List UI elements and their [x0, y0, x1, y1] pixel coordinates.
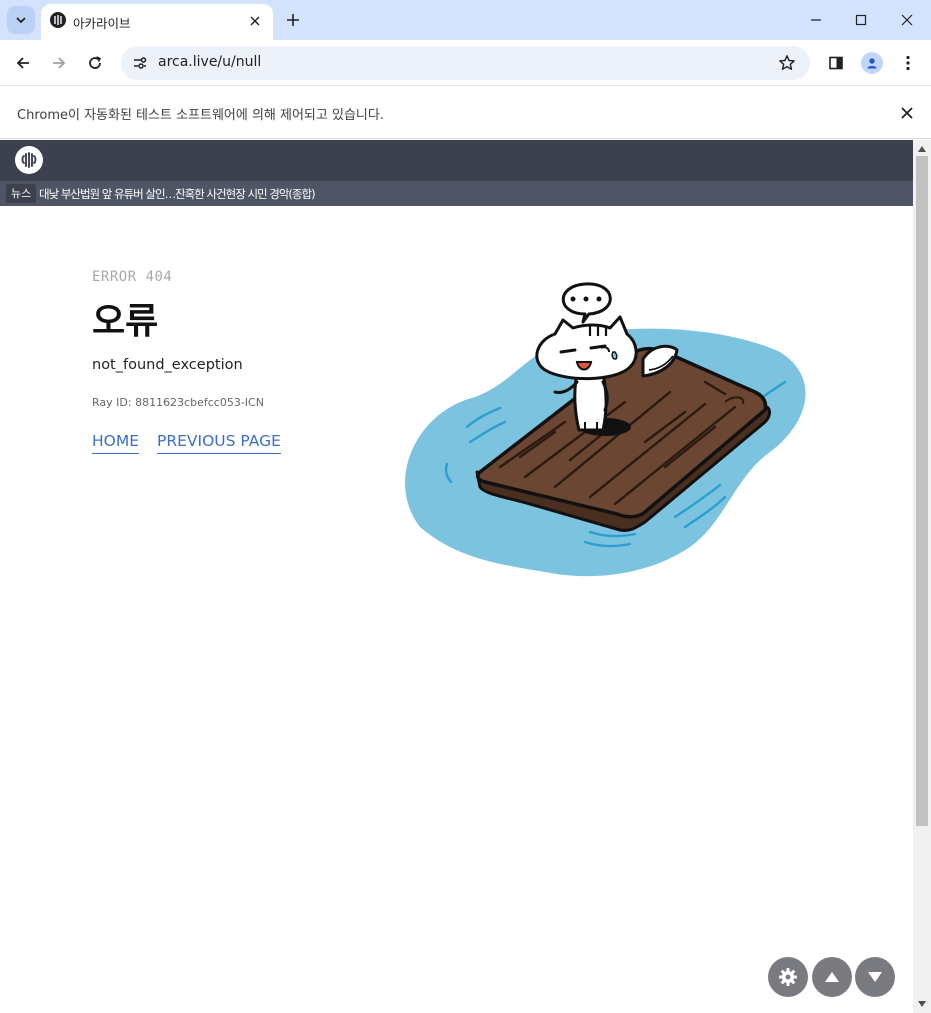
side-panel-icon: [829, 56, 843, 70]
close-icon: [250, 16, 260, 26]
error-code: ERROR 404: [92, 269, 173, 285]
more-menu-icon: [906, 55, 910, 71]
window-close-button[interactable]: [884, 0, 930, 40]
not-found-illustration: [405, 282, 806, 577]
infobar-close-button[interactable]: [898, 104, 916, 122]
minimize-button[interactable]: [793, 0, 839, 40]
scroll-down-icon: [918, 1001, 926, 1007]
chevron-down-icon: [16, 17, 26, 24]
error-message: not_found_exception: [92, 357, 243, 373]
gear-icon: [779, 968, 797, 986]
profile-icon: [861, 52, 883, 74]
back-button[interactable]: [9, 49, 37, 77]
news-headline-link[interactable]: 대낮 부산법원 앞 유튜버 살인…잔혹한 사건현장 시민 경악(종합): [39, 186, 316, 202]
back-arrow-icon: [16, 57, 29, 69]
profile-button[interactable]: [858, 49, 886, 77]
scrollbar-thumb[interactable]: [916, 156, 928, 826]
scroll-to-top-button[interactable]: [812, 957, 852, 997]
tab-strip: 아카라이브: [0, 0, 931, 40]
tab-search-button[interactable]: [7, 6, 35, 34]
site-logo[interactable]: [15, 146, 43, 174]
scroll-up-arrow[interactable]: [913, 142, 931, 156]
scroll-to-bottom-button[interactable]: [855, 957, 895, 997]
minimize-icon: [811, 19, 821, 21]
maximize-button[interactable]: [838, 0, 884, 40]
infobar-message: Chrome이 자동화된 테스트 소프트웨어에 의해 제어되고 있습니다.: [17, 108, 384, 123]
scroll-down-arrow[interactable]: [913, 997, 931, 1011]
browser-tab[interactable]: 아카라이브: [41, 4, 273, 40]
close-icon: [901, 14, 913, 26]
maximize-icon: [855, 14, 867, 26]
reload-button[interactable]: [81, 49, 109, 77]
browser-toolbar: arca.live/u/null: [0, 40, 931, 86]
ray-id: Ray ID: 8811623cbefcc053-ICN: [92, 396, 264, 409]
arrow-up-icon: [825, 972, 839, 982]
tab-title: 아카라이브: [73, 16, 131, 31]
side-panel-button[interactable]: [822, 49, 850, 77]
news-badge: 뉴스: [6, 184, 37, 203]
site-navbar: [0, 140, 913, 181]
url-text[interactable]: arca.live/u/null: [158, 54, 261, 70]
tab-close-button[interactable]: [246, 12, 264, 30]
home-link[interactable]: HOME: [92, 432, 140, 454]
news-ticker: 뉴스 대낮 부산법원 앞 유튜버 살인…잔혹한 사건현장 시민 경악(종합): [0, 181, 913, 206]
forward-arrow-icon: [53, 57, 66, 69]
site-settings-icon: [134, 57, 147, 69]
more-menu-button[interactable]: [894, 49, 922, 77]
reload-icon: [89, 56, 102, 69]
forward-button[interactable]: [45, 49, 73, 77]
page-viewport: 뉴스 대낮 부산법원 앞 유튜버 살인…잔혹한 사건현장 시민 경악(종합) E…: [0, 140, 913, 1013]
site-settings-button[interactable]: [129, 52, 151, 74]
bookmark-star-icon: [779, 55, 795, 70]
plus-icon: [287, 14, 299, 26]
bookmark-button[interactable]: [776, 52, 798, 74]
scroll-up-icon: [918, 146, 926, 152]
new-tab-button[interactable]: [281, 8, 305, 32]
arca-logo-icon: [21, 152, 37, 168]
close-icon: [901, 107, 913, 119]
arrow-down-icon: [868, 972, 882, 982]
previous-page-link[interactable]: PREVIOUS PAGE: [157, 432, 281, 454]
address-bar[interactable]: arca.live/u/null: [121, 46, 810, 80]
automation-infobar: Chrome이 자동화된 테스트 소프트웨어에 의해 제어되고 있습니다.: [0, 87, 931, 139]
page-title: 오류: [92, 301, 159, 342]
site-favicon: [50, 12, 66, 28]
settings-button[interactable]: [768, 957, 808, 997]
vertical-scrollbar[interactable]: [913, 140, 931, 1013]
